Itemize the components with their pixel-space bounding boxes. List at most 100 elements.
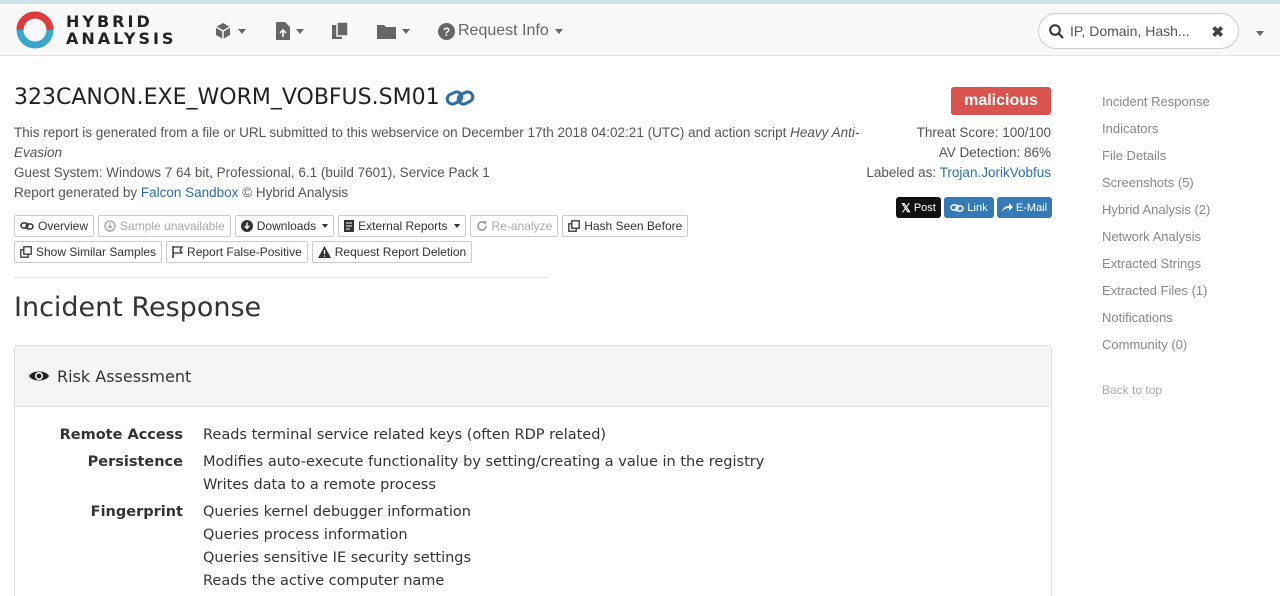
sidenav-incident-response[interactable]: Incident Response bbox=[1102, 91, 1210, 118]
folder-icon bbox=[377, 25, 396, 39]
hash-seen-before-button[interactable]: Hash Seen Before bbox=[562, 215, 689, 237]
download-circle-icon bbox=[240, 220, 253, 232]
show-similar-samples-button[interactable]: Show Similar Samples bbox=[14, 241, 163, 263]
guest-system: Guest System: Windows 7 64 bit, Professi… bbox=[14, 165, 490, 180]
risk-category: Remote Access bbox=[59, 427, 183, 443]
label-link[interactable]: Trojan.JorikVobfus bbox=[940, 165, 1051, 180]
labeled-as: Labeled as: Trojan.JorikVobfus bbox=[866, 165, 1051, 180]
report-title: 323CANON.EXE_WORM_VOBFUS.SM01 bbox=[14, 85, 440, 110]
generated-by: Report generated by Falcon Sandbox © Hyb… bbox=[14, 185, 349, 200]
risk-row-persistence: Persistence Modifies auto-execute functi… bbox=[15, 451, 1051, 497]
risk-item: Queries sensitive IE security settings bbox=[203, 550, 472, 566]
eye-icon bbox=[29, 371, 49, 381]
x-logo-icon: 𝕏 bbox=[901, 200, 911, 215]
share-link-button[interactable]: Link bbox=[944, 197, 994, 218]
sidenav-community[interactable]: Community (0) bbox=[1102, 334, 1210, 361]
risk-assessment-title: Risk Assessment bbox=[57, 366, 192, 386]
search-icon bbox=[1049, 23, 1064, 39]
downloads-dropdown[interactable]: Downloads bbox=[234, 215, 335, 237]
sample-unavailable-button[interactable]: Sample unavailable bbox=[98, 215, 231, 237]
reanalyze-button[interactable]: Re-analyze bbox=[469, 215, 559, 237]
document-icon bbox=[344, 220, 355, 232]
nav-compare-button[interactable] bbox=[332, 19, 348, 43]
share-x-button[interactable]: 𝕏 Post bbox=[896, 197, 941, 218]
risk-item: Reads terminal service related keys (oft… bbox=[203, 427, 607, 443]
chevron-down-icon bbox=[453, 224, 460, 228]
nav-submit-dropdown[interactable] bbox=[276, 19, 304, 43]
search-options-chevron-icon[interactable] bbox=[1256, 31, 1264, 36]
risk-row-fingerprint: Fingerprint Queries kernel debugger info… bbox=[15, 501, 1051, 593]
sidenav-network-analysis[interactable]: Network Analysis bbox=[1102, 226, 1210, 253]
back-to-top-link[interactable]: Back to top bbox=[1102, 380, 1210, 407]
share-arrow-icon bbox=[1001, 202, 1013, 212]
report-actions-row-1: Overview Sample unavailable Downloads Ex… bbox=[14, 215, 689, 237]
question-circle-icon: ? bbox=[438, 22, 455, 40]
search-box: ✖ bbox=[1038, 13, 1239, 49]
file-upload-icon bbox=[276, 22, 290, 40]
warning-icon bbox=[317, 246, 331, 258]
logo[interactable]: HYBRID ANALYSIS bbox=[14, 9, 176, 51]
report-scores: Threat Score: 100/100 AV Detection: 86% … bbox=[866, 123, 1051, 183]
verdict-badge: malicious bbox=[951, 87, 1051, 115]
svg-text:?: ? bbox=[443, 25, 450, 39]
sidenav-extracted-files[interactable]: Extracted Files (1) bbox=[1102, 280, 1210, 307]
section-divider bbox=[14, 277, 549, 278]
risk-assessment-panel: Risk Assessment Remote Access Reads term… bbox=[14, 345, 1052, 596]
sidenav-file-details[interactable]: File Details bbox=[1102, 145, 1210, 172]
link-icon bbox=[20, 222, 34, 230]
nav-collections-dropdown[interactable] bbox=[377, 19, 410, 43]
sidenav-indicators[interactable]: Indicators bbox=[1102, 118, 1210, 145]
chevron-down-icon bbox=[238, 28, 246, 34]
chevron-down-icon bbox=[554, 28, 563, 34]
download-circle-icon bbox=[104, 220, 116, 232]
refresh-icon bbox=[476, 221, 487, 231]
link-icon bbox=[950, 203, 965, 212]
share-email-button[interactable]: E-Mail bbox=[997, 197, 1052, 218]
report-info: This report is generated from a file or … bbox=[14, 123, 914, 203]
risk-item: Writes data to a remote process bbox=[203, 477, 436, 493]
clear-search-icon[interactable]: ✖ bbox=[1211, 23, 1224, 41]
report-false-positive-button[interactable]: Report False-Positive bbox=[166, 241, 308, 263]
submission-info: This report is generated from a file or … bbox=[14, 125, 860, 140]
risk-row-remote-access: Remote Access Reads terminal service rel… bbox=[15, 424, 1051, 447]
permalink-icon[interactable] bbox=[445, 87, 475, 109]
external-window-icon bbox=[568, 220, 581, 232]
request-report-deletion-button[interactable]: Request Report Deletion bbox=[311, 241, 473, 263]
falcon-sandbox-link[interactable]: Falcon Sandbox bbox=[141, 185, 239, 200]
external-reports-dropdown[interactable]: External Reports bbox=[338, 215, 466, 237]
report-actions-row-2: Show Similar Samples Report False-Positi… bbox=[14, 241, 473, 263]
logo-text: HYBRID ANALYSIS bbox=[66, 12, 177, 48]
action-script-continued: Evasion bbox=[14, 145, 63, 160]
risk-table: Remote Access Reads terminal service rel… bbox=[15, 424, 1051, 593]
nav-sandbox-dropdown[interactable] bbox=[214, 19, 246, 43]
threat-score: Threat Score: 100/100 bbox=[916, 125, 1051, 140]
flag-icon bbox=[172, 246, 184, 258]
request-info-label: Request Info bbox=[458, 22, 549, 39]
risk-item: Reads the active computer name bbox=[203, 573, 445, 589]
external-window-icon bbox=[20, 246, 32, 258]
sidenav-extracted-strings[interactable]: Extracted Strings bbox=[1102, 253, 1210, 280]
av-detection: AV Detection: 86% bbox=[938, 145, 1051, 160]
risk-category: Persistence bbox=[87, 454, 183, 470]
side-navigation: Incident Response Indicators File Detail… bbox=[1102, 91, 1210, 407]
overview-button[interactable]: Overview bbox=[14, 215, 95, 237]
sidenav-notifications[interactable]: Notifications bbox=[1102, 307, 1210, 334]
navbar: HYBRID ANALYSIS ? Request Info ✖ bbox=[0, 4, 1280, 56]
nav-request-info-dropdown[interactable]: ? Request Info bbox=[438, 19, 563, 43]
search-input[interactable] bbox=[1070, 23, 1198, 39]
risk-item: Queries process information bbox=[203, 527, 408, 543]
chevron-down-icon bbox=[402, 28, 410, 34]
risk-category: Fingerprint bbox=[90, 504, 183, 520]
chevron-down-icon bbox=[322, 224, 329, 228]
cube-icon bbox=[215, 23, 231, 39]
sidenav-screenshots[interactable]: Screenshots (5) bbox=[1102, 172, 1210, 199]
sidenav-hybrid-analysis[interactable]: Hybrid Analysis (2) bbox=[1102, 199, 1210, 226]
report-title-row: 323CANON.EXE_WORM_VOBFUS.SM01 bbox=[14, 85, 475, 110]
chevron-down-icon bbox=[296, 28, 304, 34]
logo-ring-icon bbox=[16, 11, 54, 49]
copy-files-icon bbox=[332, 22, 348, 39]
incident-response-heading: Incident Response bbox=[14, 292, 262, 323]
risk-item: Queries kernel debugger information bbox=[203, 504, 471, 520]
risk-item: Modifies auto-execute functionality by s… bbox=[203, 454, 765, 470]
risk-assessment-header: Risk Assessment bbox=[15, 346, 1051, 407]
